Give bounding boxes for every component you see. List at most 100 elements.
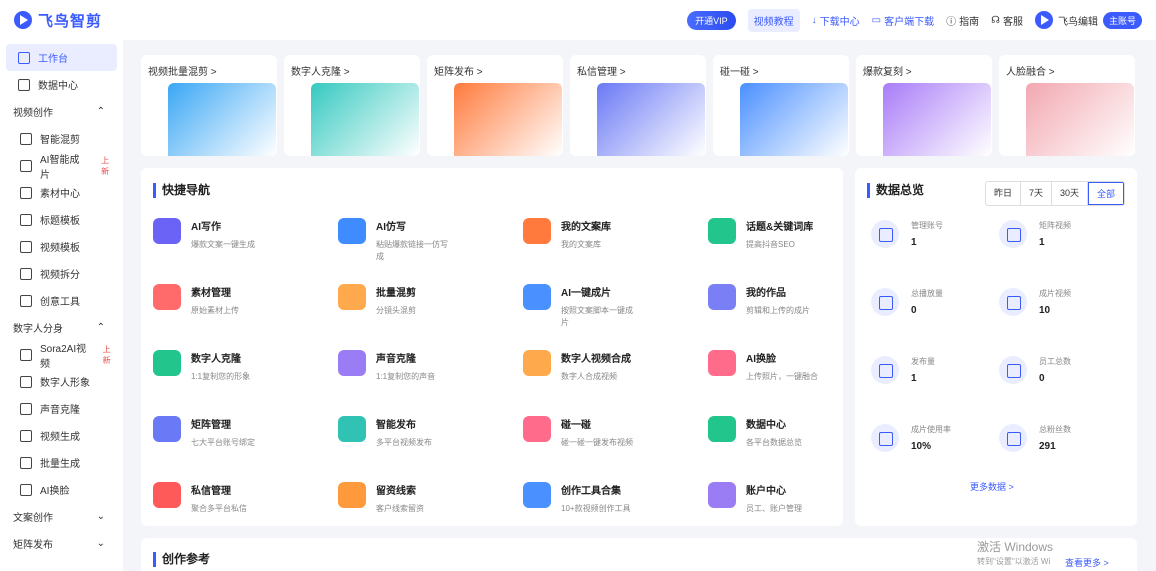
quick-nav-name: 私信管理 [191,486,231,497]
quick-nav-item[interactable]: AI仿写 粘贴爆款链接一仿写成 [338,208,523,274]
quick-nav-icon [708,284,736,310]
quick-nav-item[interactable]: 碰一碰 碰一碰一键发布视频 [523,406,708,472]
card-title-text: 数字人克隆 [291,67,341,78]
download-link[interactable]: ↓ 下载中心 [812,13,860,28]
quick-nav-name: 创作工具合集 [561,486,621,497]
sidebar-item[interactable]: 声音克隆 [6,395,117,422]
sidebar-item[interactable]: 工作台 [6,44,117,71]
quick-nav-item[interactable]: 私信管理 聚合多平台私信 [153,472,338,538]
sidebar-group[interactable]: 矩阵发布 ⌄ [0,530,123,557]
sidebar-item[interactable]: AI智能成片 上新 [6,152,117,181]
matrix-video-icon [999,220,1027,248]
sidebar-item[interactable]: 视频生成 [6,422,117,449]
sidebar-group[interactable]: 文案创作 ⌄ [0,503,123,530]
quick-nav-desc: 提高抖音SEO [746,240,795,249]
dashboard-icon [18,51,30,64]
chevron-right-icon: > [903,67,912,78]
sidebar-item[interactable]: 视频模板 [6,233,117,260]
sidebar-group[interactable]: 数字人分身 ⌃ [0,314,123,341]
sidebar-item[interactable]: AI换脸 [6,476,117,503]
client-download-link[interactable]: ▭ 客户端下载 [872,13,934,28]
quick-nav-item[interactable]: AI一键成片 按照文案脚本一键成片 [523,274,708,340]
feature-card[interactable]: 爆款复刻 > [856,55,992,156]
sidebar-item[interactable]: 数字人形象 [6,368,117,395]
quick-nav-item[interactable]: AI写作 爆款文案一键生成 [153,208,338,274]
quick-nav-name: 声音克隆 [376,354,416,365]
quick-nav-text: 数据中心 各平台数据总览 [746,416,802,472]
sidebar-item[interactable]: 智能混剪 [6,125,117,152]
quick-nav-item[interactable]: 创作工具合集 10+款视频创作工具 [523,472,708,538]
quick-nav-item[interactable]: 声音克隆 1:1复制您的声音 [338,340,523,406]
guide-link[interactable]: ⓘ 指南 [946,13,979,28]
stat-text: 总播放量 0 [911,288,943,346]
service-link[interactable]: ☊ 客服 [991,13,1023,28]
stat-label: 矩阵视频 [1039,221,1071,230]
chevron-icon: ⌃ [96,322,105,333]
quick-nav-item[interactable]: 留资线索 客户线索留资 [338,472,523,538]
feature-card[interactable]: 视频批量混剪 > [141,55,277,156]
sidebar-item-label: 视频模板 [40,243,80,254]
feature-card[interactable]: 碰一碰 > [713,55,849,156]
quick-nav-name: AI仿写 [376,222,406,233]
card-title-text: 爆款复刻 [863,67,903,78]
quick-nav-desc: 10+款视频创作工具 [561,504,631,513]
sidebar-item-label: 批量生成 [40,459,80,470]
sidebar-item[interactable]: 批量生成 [6,449,117,476]
quick-nav-icon [338,350,366,376]
sidebar-item-label: Sora2AI视频 [40,343,87,370]
range-selector: 昨日 7天 30天 全部 [984,181,1125,206]
video-icon [20,429,32,442]
quick-nav-item[interactable]: 素材管理 原始素材上传 [153,274,338,340]
sidebar-group[interactable]: 视频创作 ⌃ [0,98,123,125]
quick-nav-item[interactable]: 我的文案库 我的文案库 [523,208,708,274]
stat-value: 1 [1039,237,1045,248]
sidebar: 工作台 数据中心 视频创作 ⌃ 智能混剪 AI智能成片 上新 素材中心 标题模板视频模板视频拆分… [0,40,123,571]
stat-item: 发布量 1 [871,346,999,414]
feature-card[interactable]: 数字人克隆 > [284,55,420,156]
quick-nav-item[interactable]: 数字人克隆 1:1复制您的形象 [153,340,338,406]
range-option[interactable]: 昨日 [986,182,1021,205]
quick-nav-icon [338,284,366,310]
sidebar-item[interactable]: 素材中心 [6,179,117,206]
range-option[interactable]: 30天 [1052,182,1088,205]
quick-nav-item[interactable]: 矩阵管理 七大平台账号绑定 [153,406,338,472]
quick-nav-name: AI换脸 [746,354,776,365]
quick-nav-item[interactable]: 智能发布 多平台视频发布 [338,406,523,472]
app-logo[interactable]: 飞鸟智剪 [14,10,102,31]
sidebar-item[interactable]: 标题模板 [6,206,117,233]
avatar-icon [20,375,32,388]
range-option[interactable]: 7天 [1021,182,1052,205]
sidebar-item[interactable]: 创意工具 [6,287,117,314]
quick-nav-icon [338,218,366,244]
quick-nav-desc: 客户线索留资 [376,504,424,513]
quick-nav-item[interactable]: 批量混剪 分镜头混剪 [338,274,523,340]
reference-more-link[interactable]: 查看更多 > [1065,556,1109,569]
stat-text: 成片视频 10 [1039,288,1071,346]
sidebar-item[interactable]: Sora2AI视频 上新 [6,341,117,370]
chart-icon [18,78,30,91]
quick-nav-desc: 员工、账户管理 [746,504,802,513]
sidebar-item[interactable]: 视频拆分 [6,260,117,287]
quick-nav-icon [523,218,551,244]
tutorial-button[interactable]: 视频教程 [747,8,800,32]
chevron-icon: ⌄ [96,511,105,522]
stat-value: 10 [1039,305,1051,316]
feature-card[interactable]: 私信管理 > [570,55,706,156]
vip-button[interactable]: 开通VIP [687,10,736,30]
sidebar-group-label: 矩阵发布 [13,540,53,551]
quick-nav-item[interactable]: 数字人视频合成 数字人合成视频 [523,340,708,406]
more-data-link[interactable]: 更多数据 > [970,480,1014,493]
card-title: 矩阵发布 > [427,55,563,78]
sidebar-item[interactable]: 数据中心 [6,71,117,98]
quick-nav-name: 批量混剪 [376,288,416,299]
feature-card[interactable]: 人脸融合 > [999,55,1135,156]
range-option[interactable]: 全部 [1087,182,1124,205]
feature-card[interactable]: 矩阵发布 > [427,55,563,156]
quick-nav-desc: 按照文案脚本一键成片 [561,306,633,327]
card-illustration [311,83,419,156]
quick-nav-desc: 我的文案库 [561,240,601,249]
stats-title: 数据总览 [867,183,924,198]
play-count-icon [871,288,899,316]
user-menu[interactable]: 飞鸟编辑 主账号 [1034,11,1142,29]
stat-label: 成片使用率 [911,425,951,434]
